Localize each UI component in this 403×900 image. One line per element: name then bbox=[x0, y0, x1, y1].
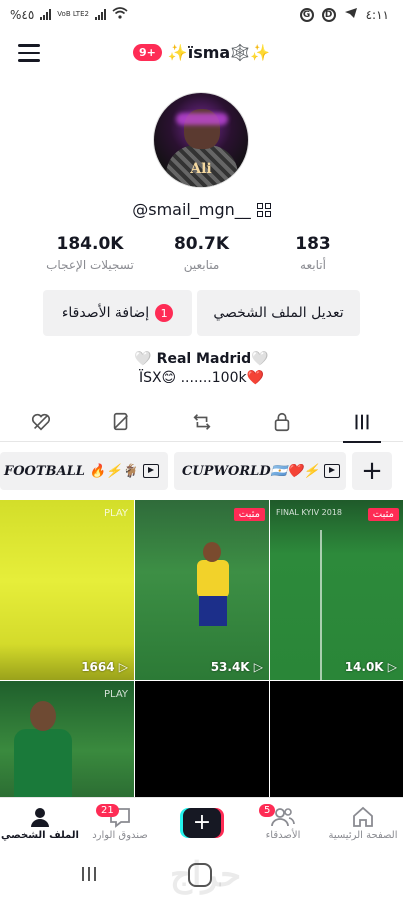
add-playlist-button[interactable]: + bbox=[352, 452, 392, 490]
bottom-nav: الملف الشخصي 21 صندوق الوارد + 5 الأصدقا… bbox=[0, 797, 403, 853]
recent-apps-button[interactable] bbox=[82, 867, 96, 881]
playlist-icon bbox=[324, 464, 341, 478]
video-thumbnail[interactable]: PLAY 1664 ▷ bbox=[0, 500, 134, 680]
qr-code-icon[interactable] bbox=[256, 202, 271, 217]
view-count: 1664 ▷ bbox=[81, 660, 128, 674]
nav-home[interactable]: الصفحة الرئيسية bbox=[323, 804, 403, 841]
watermark: PLAY bbox=[103, 508, 128, 519]
inbox-badge: 21 bbox=[96, 804, 119, 817]
tab-reposts[interactable] bbox=[175, 402, 229, 442]
watermark: PLAY bbox=[103, 689, 128, 700]
favorites-icon bbox=[114, 412, 129, 431]
playlist-football[interactable]: FOOTBALL 🔥⚡🐐 bbox=[0, 452, 168, 490]
playlist-icon bbox=[143, 464, 159, 478]
stat-label: متابعين bbox=[183, 258, 220, 272]
playlist-label: CUPWORLD🇦🇷❤️⚡ bbox=[182, 463, 320, 479]
pinned-badge: مثبت bbox=[367, 508, 399, 521]
signal-icon bbox=[40, 9, 52, 20]
repost-icon bbox=[192, 414, 211, 430]
tab-videos[interactable] bbox=[335, 402, 389, 443]
stat-followers[interactable]: 80.7K متابعين bbox=[152, 234, 252, 272]
avatar-label: Ali bbox=[190, 161, 212, 177]
profile-header: 9+ ✨ïsma🕸️✨ bbox=[0, 36, 403, 72]
videos-grid-icon bbox=[355, 414, 369, 430]
video-grid: PLAY 1664 ▷ مثبت 53.4K ▷ FINAL KYIV 2018… bbox=[0, 500, 403, 797]
tab-liked[interactable] bbox=[14, 402, 68, 442]
notification-badge[interactable]: 9+ bbox=[132, 44, 162, 61]
nav-label: صندوق الوارد bbox=[92, 830, 148, 841]
profile-stats: 184.0K تسجيلات الإعجاب 80.7K متابعين 183… bbox=[40, 234, 363, 272]
username-title[interactable]: ✨ïsma🕸️✨ bbox=[168, 43, 270, 62]
title-wrap: 9+ ✨ïsma🕸️✨ bbox=[0, 43, 403, 62]
watermark: FINAL KYIV 2018 bbox=[276, 508, 342, 517]
liked-icon bbox=[31, 413, 51, 431]
edit-profile-button[interactable]: تعديل الملف الشخصي bbox=[197, 290, 360, 336]
playlist-label: FOOTBALL 🔥⚡🐐 bbox=[4, 463, 138, 479]
system-nav-bar: حراج bbox=[0, 853, 403, 900]
nav-label: الملف الشخصي bbox=[1, 830, 79, 841]
handle-row: @smail_mgn__ bbox=[0, 200, 403, 219]
video-thumbnail[interactable]: PLAY bbox=[0, 681, 134, 797]
home-button[interactable] bbox=[188, 863, 212, 887]
view-count: 53.4K ▷ bbox=[210, 660, 263, 674]
stat-label: تسجيلات الإعجاب bbox=[46, 258, 134, 272]
add-friends-button[interactable]: إضافة الأصدقاء 1 bbox=[43, 290, 192, 336]
private-lock-icon bbox=[274, 412, 289, 432]
stat-number: 184.0K bbox=[56, 234, 124, 254]
video-thumbnail[interactable]: FINAL KYIV 2018 مثبت 14.0K ▷ bbox=[270, 500, 403, 680]
video-thumbnail[interactable] bbox=[135, 681, 269, 797]
stat-number: 183 bbox=[295, 234, 331, 254]
player-figure bbox=[193, 540, 233, 630]
signal-icon-2 bbox=[94, 9, 106, 20]
stat-label: أتابعه bbox=[300, 258, 326, 272]
battery-level: %٤٥ bbox=[10, 7, 35, 22]
stat-likes[interactable]: 183 أتابعه bbox=[263, 234, 363, 272]
stat-number: 80.7K bbox=[173, 234, 230, 254]
create-button[interactable]: + bbox=[180, 808, 224, 838]
d-icon: D bbox=[321, 7, 336, 22]
telegram-icon bbox=[344, 7, 358, 22]
video-thumbnail[interactable]: مثبت 53.4K ▷ bbox=[135, 500, 269, 680]
video-thumbnail[interactable] bbox=[270, 681, 403, 797]
g-icon: G bbox=[299, 7, 314, 22]
nav-label: الأصدقاء bbox=[265, 830, 301, 841]
edit-profile-label: تعديل الملف الشخصي bbox=[213, 305, 344, 321]
wifi-icon bbox=[112, 7, 128, 22]
nav-inbox[interactable]: 21 صندوق الوارد bbox=[80, 804, 160, 841]
bio-line-1: 🤍 Real Madrid🤍 bbox=[134, 351, 269, 367]
friends-badge: 5 bbox=[259, 804, 276, 817]
view-count: 14.0K ▷ bbox=[344, 660, 397, 674]
tab-private[interactable] bbox=[255, 402, 309, 442]
nav-friends[interactable]: 5 الأصدقاء bbox=[243, 804, 323, 841]
bio: 🤍 Real Madrid🤍 ÏSX😊 .......100k❤️ bbox=[0, 350, 403, 388]
avatar[interactable]: Ali bbox=[153, 92, 249, 188]
profile-icon bbox=[31, 808, 49, 827]
status-bar: %٤٥ VoB LTE2 G D ٤:١١ bbox=[0, 0, 403, 30]
plus-icon: + bbox=[183, 808, 221, 838]
playlist-cupworld[interactable]: CUPWORLD🇦🇷❤️⚡ bbox=[174, 452, 346, 490]
pinned-badge: مثبت bbox=[233, 508, 265, 521]
add-friends-label: إضافة الأصدقاء bbox=[61, 305, 150, 321]
network-type: VoB LTE2 bbox=[57, 10, 89, 18]
bio-line-2: ÏSX😊 .......100k❤️ bbox=[138, 370, 265, 386]
add-friends-badge: 1 bbox=[155, 304, 174, 322]
home-icon bbox=[353, 806, 373, 827]
player-figure bbox=[8, 701, 78, 797]
username-handle[interactable]: @smail_mgn__ bbox=[132, 200, 251, 219]
tab-favorites[interactable] bbox=[94, 402, 148, 442]
content-tabs bbox=[0, 402, 403, 443]
playlists-row: FOOTBALL 🔥⚡🐐 CUPWORLD🇦🇷❤️⚡ + bbox=[0, 452, 403, 492]
field-line bbox=[320, 530, 322, 680]
clock: ٤:١١ bbox=[365, 7, 389, 22]
stat-following[interactable]: 184.0K تسجيلات الإعجاب bbox=[40, 234, 140, 272]
nav-profile[interactable]: الملف الشخصي bbox=[0, 804, 80, 841]
nav-label: الصفحة الرئيسية bbox=[328, 830, 398, 841]
